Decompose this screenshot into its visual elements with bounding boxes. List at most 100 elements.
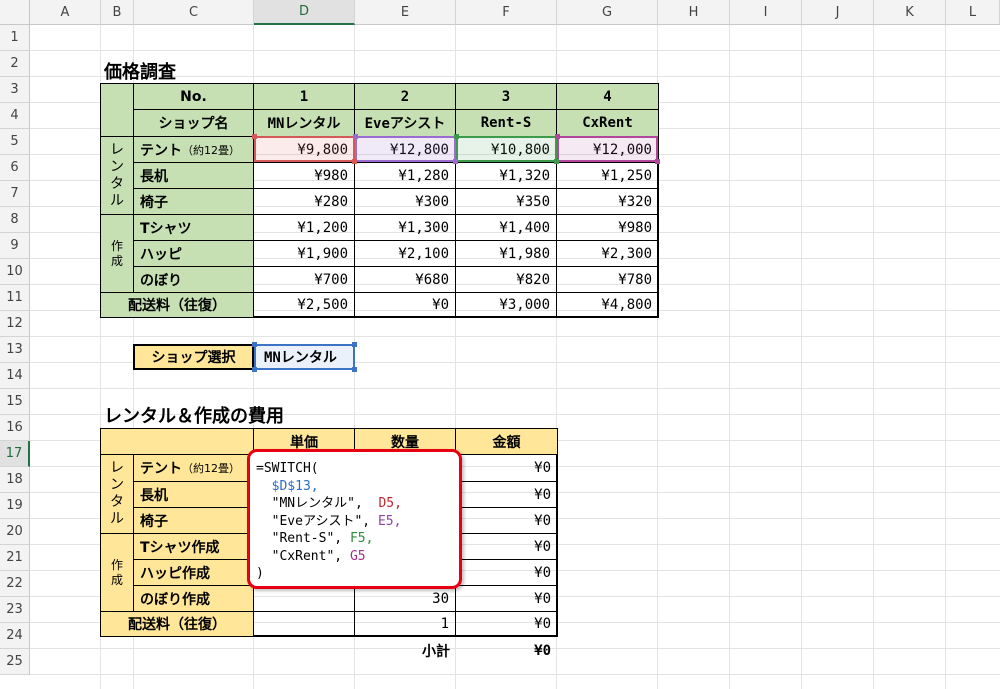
row-header-11[interactable]: 11	[0, 285, 30, 311]
price-shipping-3[interactable]: ¥3,000	[456, 292, 557, 317]
cost-shipping-qty[interactable]: 1	[355, 611, 456, 636]
price-cell[interactable]: ¥1,900	[254, 240, 355, 266]
cost-amount-cell[interactable]: ¥0	[456, 533, 557, 559]
price-cell[interactable]: ¥350	[456, 188, 557, 214]
row-header-25[interactable]: 25	[0, 649, 30, 675]
row-header-18[interactable]: 18	[0, 467, 30, 493]
cost-amount-cell[interactable]: ¥0	[456, 585, 557, 611]
price-cell[interactable]: ¥280	[254, 188, 355, 214]
row-header-16[interactable]: 16	[0, 415, 30, 441]
column-header-g[interactable]: G	[557, 0, 658, 25]
price-shipping-2[interactable]: ¥0	[355, 292, 456, 317]
shop-name-4[interactable]: CxRent	[557, 110, 658, 136]
column-header-l[interactable]: L	[946, 0, 1000, 25]
row-header-19[interactable]: 19	[0, 493, 30, 519]
price-cell[interactable]: ¥680	[355, 266, 456, 292]
column-header-j[interactable]: J	[802, 0, 874, 25]
cost-item-name[interactable]: のぼり作成	[134, 585, 254, 611]
price-cell[interactable]: ¥780	[557, 266, 658, 292]
price-cell[interactable]: ¥1,200	[254, 214, 355, 240]
price-cell[interactable]: ¥320	[557, 188, 658, 214]
row-header-7[interactable]: 7	[0, 181, 30, 207]
price-cell[interactable]: ¥2,300	[557, 240, 658, 266]
column-header-c[interactable]: C	[134, 0, 254, 25]
price-cell[interactable]: ¥2,100	[355, 240, 456, 266]
ref-highlight-d5	[254, 136, 355, 162]
price-cell[interactable]: ¥1,980	[456, 240, 557, 266]
price-cell[interactable]: ¥1,320	[456, 162, 557, 188]
price-item-name[interactable]: Tシャツ	[134, 214, 254, 240]
row-header-22[interactable]: 22	[0, 571, 30, 597]
cost-shipping-label[interactable]: 配送料（往復）	[101, 611, 254, 636]
price-cell[interactable]: ¥1,250	[557, 162, 658, 188]
column-header-a[interactable]: A	[30, 0, 101, 25]
row-header-12[interactable]: 12	[0, 311, 30, 337]
column-header-b[interactable]: B	[101, 0, 134, 25]
cost-amount-cell[interactable]: ¥0	[456, 481, 557, 507]
row-header-17[interactable]: 17	[0, 441, 30, 467]
price-cell[interactable]: ¥700	[254, 266, 355, 292]
price-shipping-4[interactable]: ¥4,800	[557, 292, 658, 317]
row-header-4[interactable]: 4	[0, 103, 30, 129]
shop-name-label[interactable]: ショップ名	[134, 110, 254, 136]
row-header-9[interactable]: 9	[0, 233, 30, 259]
shop-select-value[interactable]: MNレンタル	[254, 344, 355, 370]
column-header-e[interactable]: E	[355, 0, 456, 25]
column-header-d[interactable]: D	[254, 0, 355, 25]
price-shipping-label[interactable]: 配送料（往復）	[101, 292, 254, 317]
shop-name-3[interactable]: Rent-S	[456, 110, 557, 136]
row-header-20[interactable]: 20	[0, 519, 30, 545]
shop-number-1[interactable]: 1	[254, 84, 355, 110]
row-header-24[interactable]: 24	[0, 623, 30, 649]
price-cell[interactable]: ¥1,300	[355, 214, 456, 240]
row-header-8[interactable]: 8	[0, 207, 30, 233]
row-header-1[interactable]: 1	[0, 25, 30, 51]
price-cell[interactable]: ¥820	[456, 266, 557, 292]
shop-number-4[interactable]: 4	[557, 84, 658, 110]
cost-amount-cell[interactable]: ¥0	[456, 507, 557, 533]
column-header-f[interactable]: F	[456, 0, 557, 25]
column-header-i[interactable]: I	[730, 0, 802, 25]
cost-item-name[interactable]: 長机	[134, 481, 254, 507]
amount-header[interactable]: 金額	[456, 429, 557, 455]
cost-amount-cell[interactable]: ¥0	[456, 455, 557, 481]
price-item-name[interactable]: ハッピ	[134, 240, 254, 266]
price-cell[interactable]: ¥1,280	[355, 162, 456, 188]
shop-number-3[interactable]: 3	[456, 84, 557, 110]
subtotal-value[interactable]: ¥0	[456, 638, 557, 663]
price-cell[interactable]: ¥980	[557, 214, 658, 240]
row-header-10[interactable]: 10	[0, 259, 30, 285]
row-header-21[interactable]: 21	[0, 545, 30, 571]
price-cell[interactable]: ¥980	[254, 162, 355, 188]
row-header-2[interactable]: 2	[0, 51, 30, 77]
price-cell[interactable]: ¥300	[355, 188, 456, 214]
cost-shipping-unit-price[interactable]	[254, 611, 355, 636]
price-item-name[interactable]: のぼり	[134, 266, 254, 292]
row-header-13[interactable]: 13	[0, 337, 30, 363]
cost-item-name[interactable]: 椅子	[134, 507, 254, 533]
price-shipping-1[interactable]: ¥2,500	[254, 292, 355, 317]
row-header-14[interactable]: 14	[0, 363, 30, 389]
shop-name-1[interactable]: MNレンタル	[254, 110, 355, 136]
cost-item-name[interactable]: Tシャツ作成	[134, 533, 254, 559]
cost-item-name[interactable]: ハッピ作成	[134, 559, 254, 585]
price-table-title: 価格調査	[104, 62, 176, 83]
row-header-5[interactable]: 5	[0, 129, 30, 155]
price-item-name[interactable]: 椅子	[134, 188, 254, 214]
no-label[interactable]: No.	[134, 84, 254, 110]
column-header-h[interactable]: H	[658, 0, 730, 25]
column-header-k[interactable]: K	[874, 0, 946, 25]
cost-shipping-amount[interactable]: ¥0	[456, 611, 557, 636]
row-header-3[interactable]: 3	[0, 77, 30, 103]
row-header-15[interactable]: 15	[0, 389, 30, 415]
cost-item-name[interactable]: テント （約12畳）	[134, 455, 254, 481]
select-all-corner[interactable]	[0, 0, 30, 25]
price-cell[interactable]: ¥1,400	[456, 214, 557, 240]
price-item-name[interactable]: 長机	[134, 162, 254, 188]
price-item-name[interactable]: テント （約12畳）	[134, 136, 254, 162]
shop-number-2[interactable]: 2	[355, 84, 456, 110]
shop-name-2[interactable]: Eveアシスト	[355, 110, 456, 136]
row-header-23[interactable]: 23	[0, 597, 30, 623]
row-header-6[interactable]: 6	[0, 155, 30, 181]
cost-amount-cell[interactable]: ¥0	[456, 559, 557, 585]
